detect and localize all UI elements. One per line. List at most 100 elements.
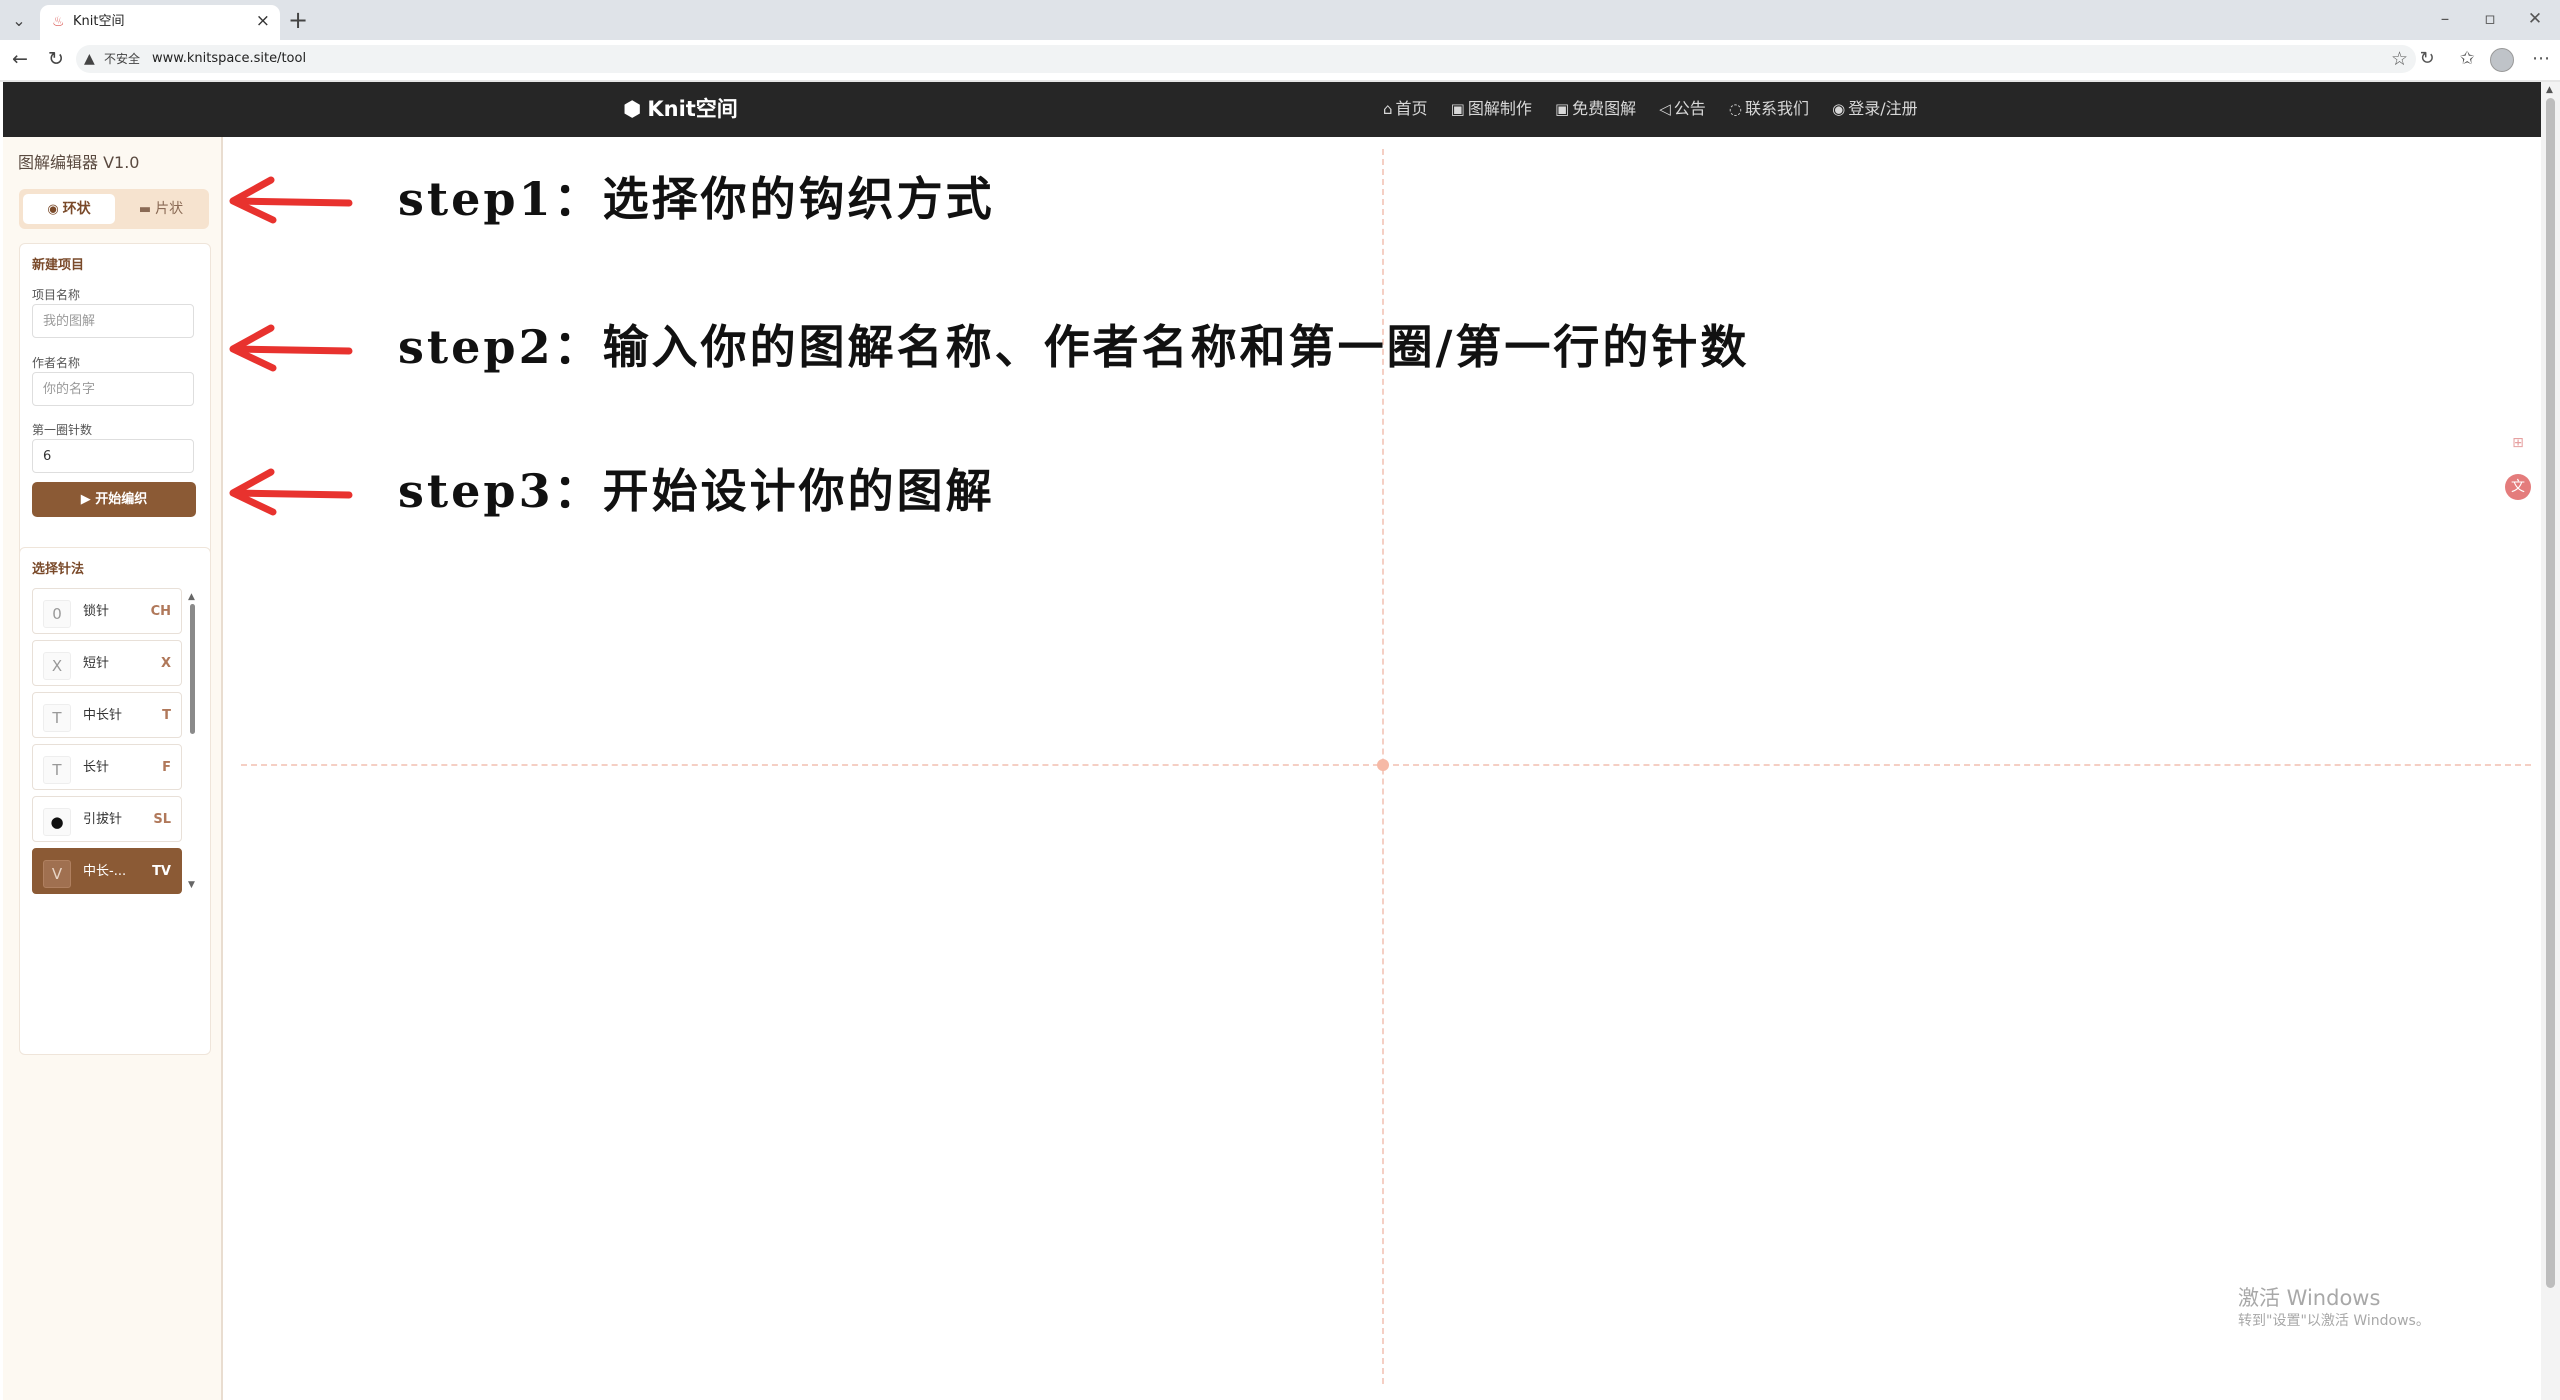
step2-text: step2：输入你的图解名称、作者名称和第一圈/第一行的针数 <box>398 320 1750 374</box>
stitch-abbr: F <box>162 760 171 775</box>
mode-flat-button[interactable]: ▬ 片状 <box>115 194 207 224</box>
tab-search-icon[interactable]: ⌄ <box>6 9 32 33</box>
minimize-icon[interactable]: – <box>2430 6 2460 32</box>
scroll-thumb[interactable] <box>190 604 195 734</box>
windows-activation-watermark: 激活 Windows 转到"设置"以激活 Windows。 <box>2238 1285 2430 1331</box>
site-logo[interactable]: ⬢ Knit空间 <box>623 96 738 122</box>
center-point <box>1377 759 1389 771</box>
stitch-abbr: X <box>160 656 171 671</box>
warning-icon[interactable]: ▲ <box>84 49 95 69</box>
step3-text: step3：开始设计你的图解 <box>398 464 995 518</box>
nav-announcement[interactable]: ◁ 公告 <box>1659 98 1706 120</box>
security-label[interactable]: 不安全 <box>104 51 140 67</box>
project-name-input[interactable] <box>32 304 194 338</box>
editor-title: 图解编辑器 V1.0 <box>18 153 140 172</box>
more-menu-icon[interactable]: ⋯ <box>2528 48 2554 70</box>
stitch-list-scrollbar[interactable]: ▲ ▼ <box>188 592 196 892</box>
watermark-line1: 激活 Windows <box>2238 1286 2381 1310</box>
profile-avatar[interactable] <box>2490 48 2514 72</box>
stitch-panel: 选择针法 0 锁针 CH X 短针 X T 中长针 T T 长针 F ● 引拔针… <box>19 547 211 1055</box>
step1-text: step1：选择你的钩织方式 <box>398 172 995 226</box>
user-icon: ◉ <box>1832 100 1846 118</box>
nav-chart-design[interactable]: ▣ 图解制作 <box>1451 98 1532 120</box>
nav-login[interactable]: ◉ 登录/注册 <box>1832 98 1918 120</box>
bookmark-star-icon[interactable]: ☆ <box>2391 48 2408 70</box>
tab-close-icon[interactable]: × <box>256 11 270 31</box>
first-round-count-label: 第一圈针数 <box>32 423 93 437</box>
first-round-count-input[interactable] <box>32 439 194 473</box>
page-scroll-up-icon[interactable]: ▲ <box>2546 85 2553 95</box>
single-crochet-icon: X <box>43 652 71 680</box>
arrow-left-icon <box>229 468 353 516</box>
stitch-name: 中长针 <box>83 708 123 723</box>
chain-stitch-icon: 0 <box>43 600 71 628</box>
new-project-title: 新建项目 <box>32 258 85 273</box>
start-knitting-button[interactable]: ▶ 开始编织 <box>32 482 196 517</box>
url-text[interactable]: www.knitspace.site/tool <box>152 51 306 67</box>
flat-icon: ▬ <box>138 202 152 217</box>
half-double-icon: T <box>43 704 71 732</box>
increase-stitch-icon: V <box>43 860 71 888</box>
chat-icon: ◌ <box>1728 100 1742 118</box>
url-field[interactable]: ▲ 不安全 www.knitspace.site/tool ☆ <box>76 45 2416 73</box>
stitch-abbr: CH <box>150 604 171 619</box>
ring-icon: ◉ <box>47 202 59 217</box>
grid-tool-icon[interactable]: ⊞ <box>2505 430 2531 456</box>
stitch-name: 短针 <box>83 656 110 671</box>
stitch-slip[interactable]: ● 引拔针 SL <box>32 796 182 842</box>
author-name-label: 作者名称 <box>32 356 81 370</box>
play-icon: ▶ <box>80 492 96 507</box>
stitch-half-double[interactable]: T 中长针 T <box>32 692 182 738</box>
stitch-panel-title: 选择针法 <box>32 562 85 577</box>
stitch-single-crochet[interactable]: X 短针 X <box>32 640 182 686</box>
author-name-input[interactable] <box>32 372 194 406</box>
stitch-chain[interactable]: 0 锁针 CH <box>32 588 182 634</box>
favicon-icon: ♨ <box>52 14 65 30</box>
extension-icon[interactable]: ↻ <box>2414 48 2440 70</box>
nav-contact[interactable]: ◌ 联系我们 <box>1729 98 1809 120</box>
stitch-name: 锁针 <box>83 604 110 619</box>
watermark-line2: 转到"设置"以激活 Windows。 <box>2238 1313 2430 1329</box>
project-name-label: 项目名称 <box>32 288 81 302</box>
nav-home[interactable]: ⌂ 首页 <box>1383 98 1428 120</box>
restore-icon[interactable]: ▫ <box>2475 6 2505 32</box>
tab-title: Knit空间 <box>73 14 125 29</box>
scroll-down-icon[interactable]: ▼ <box>188 880 195 890</box>
reload-icon[interactable]: ↻ <box>44 48 68 70</box>
chart-canvas[interactable]: step1：选择你的钩织方式 step2：输入你的图解名称、作者名称和第一圈/第… <box>223 137 2541 1400</box>
chart-design-icon: ▣ <box>1450 100 1465 118</box>
arrow-left-icon <box>229 324 353 372</box>
favorites-icon[interactable]: ✩ <box>2454 48 2480 70</box>
stitch-list: 0 锁针 CH X 短针 X T 中长针 T T 长针 F ● 引拔针 SL V… <box>32 588 182 900</box>
megaphone-icon: ◁ <box>1659 100 1671 118</box>
translate-icon[interactable]: 文 <box>2505 474 2531 500</box>
arrow-left-icon <box>229 176 353 224</box>
stitch-abbr: T <box>162 708 171 723</box>
home-icon: ⌂ <box>1383 100 1393 118</box>
nav-free-charts[interactable]: ▣ 免费图解 <box>1555 98 1636 120</box>
stitch-double[interactable]: T 长针 F <box>32 744 182 790</box>
scroll-up-icon[interactable]: ▲ <box>188 592 195 602</box>
back-icon[interactable]: ← <box>8 48 32 70</box>
slip-stitch-icon: ● <box>43 808 71 836</box>
double-crochet-icon: T <box>43 756 71 784</box>
logo-text: Knit空间 <box>647 97 738 121</box>
address-bar-row: ← ↻ ▲ 不安全 www.knitspace.site/tool ☆ ↻ ✩ … <box>0 40 2560 80</box>
mode-ring-button[interactable]: ◉ 环状 <box>23 194 115 224</box>
stitch-name: 中长-... <box>83 864 127 879</box>
editor-sidebar: 图解编辑器 V1.0 ◉环状 ▬片状 新建项目 项目名称 作者名称 第一圈针数 … <box>3 137 223 1400</box>
browser-tab[interactable]: ♨ Knit空间 × <box>40 5 280 40</box>
close-window-icon[interactable]: ✕ <box>2520 6 2550 32</box>
new-tab-icon[interactable]: + <box>288 7 308 33</box>
stitch-abbr: TV <box>152 864 171 879</box>
site-header: ⬢ Knit空间 ⌂ 首页 ▣ 图解制作 ▣ 免费图解 ◁ 公告 ◌ 联系我们 ◉ 登录/注册 <box>3 82 2541 137</box>
main-nav: ⌂ 首页 ▣ 图解制作 ▣ 免费图解 ◁ 公告 ◌ 联系我们 ◉ 登录/注册 <box>1383 98 1936 122</box>
page-scroll-thumb[interactable] <box>2546 98 2555 1288</box>
stitch-name: 长针 <box>83 760 110 775</box>
page-scrollbar[interactable]: ▲ <box>2541 82 2560 1400</box>
hexagon-logo-icon: ⬢ <box>623 97 642 121</box>
stitch-half-double-increase[interactable]: V 中长-... TV <box>32 848 182 894</box>
stitch-name: 引拔针 <box>83 812 123 827</box>
stitch-abbr: SL <box>153 812 171 827</box>
browser-tab-bar: ⌄ ♨ Knit空间 × + – ▫ ✕ <box>0 0 2560 40</box>
